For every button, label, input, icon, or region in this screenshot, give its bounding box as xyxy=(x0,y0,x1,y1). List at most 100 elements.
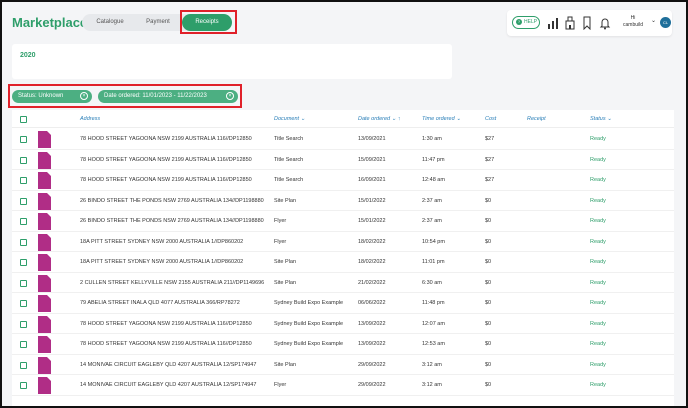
row-checkbox[interactable] xyxy=(20,361,27,369)
bell-icon[interactable] xyxy=(599,16,611,30)
row-checkbox[interactable] xyxy=(20,238,27,246)
cell-cost: $0 xyxy=(485,382,492,388)
cell-date-ordered: 13/09/2022 xyxy=(358,320,386,327)
cell-document: Site Plan xyxy=(274,361,297,368)
pdf-file-icon[interactable] xyxy=(38,213,51,230)
cell-address[interactable]: 78 HOOD STREET YAGOONA NSW 2199 AUSTRALI… xyxy=(80,136,252,142)
table-row[interactable]: 79 ABELIA STREET INALA QLD 4077 AUSTRALI… xyxy=(12,293,674,314)
cell-time-ordered: 12:53 am xyxy=(422,341,445,347)
row-checkbox[interactable] xyxy=(20,382,27,389)
building-icon[interactable] xyxy=(564,16,576,30)
cell-address[interactable]: 26 BINDO STREET THE PONDS NSW 2769 AUSTR… xyxy=(80,218,264,224)
cell-status: Ready xyxy=(590,382,606,388)
column-header-date-ordered[interactable]: Date ordered ⌄ ↑ xyxy=(358,116,401,122)
table-row[interactable]: 78 HOOD STREET YAGOONA NSW 2199 AUSTRALI… xyxy=(12,314,674,334)
cell-address[interactable]: 18A PITT STREET SYDNEY NSW 2000 AUSTRALI… xyxy=(80,259,243,265)
cell-status: Ready xyxy=(590,361,606,368)
row-checkbox[interactable] xyxy=(20,177,27,184)
pdf-file-icon[interactable] xyxy=(38,172,51,189)
cell-address[interactable]: 26 BINDO STREET THE PONDS NSW 2769 AUSTR… xyxy=(80,198,264,204)
table-row[interactable]: 78 HOOD STREET YAGOONA NSW 2199 AUSTRALI… xyxy=(12,170,674,191)
column-header-receipt[interactable]: Receipt xyxy=(527,116,546,122)
pdf-file-icon[interactable] xyxy=(38,295,51,312)
bookmark-icon[interactable] xyxy=(581,16,593,31)
pdf-file-icon[interactable] xyxy=(38,131,51,148)
cell-time-ordered: 11:48 pm xyxy=(422,300,445,306)
tab-catalogue[interactable]: Catalogue xyxy=(86,14,134,31)
cell-cost: $0 xyxy=(485,238,492,245)
cell-date-ordered: 15/01/2022 xyxy=(358,218,386,224)
cell-address[interactable]: 78 HOOD STREET YAGOONA NSW 2199 AUSTRALI… xyxy=(80,321,252,327)
pdf-file-icon[interactable] xyxy=(38,356,51,374)
pdf-file-icon[interactable] xyxy=(38,315,51,333)
cell-status: Ready xyxy=(590,259,606,265)
cell-address[interactable]: 78 HOOD STREET YAGOONA NSW 2199 AUSTRALI… xyxy=(80,157,252,163)
row-checkbox[interactable] xyxy=(20,320,27,328)
cell-date-ordered: 18/02/2022 xyxy=(358,238,386,245)
question-icon: ? xyxy=(516,18,522,25)
cell-address[interactable]: 14 MONIVAE CIRCUIT EAGLEBY QLD 4207 AUST… xyxy=(80,362,256,368)
table-row[interactable]: 14 MONIVAE CIRCUIT EAGLEBY QLD 4207 AUST… xyxy=(12,375,674,396)
column-header-cost[interactable]: Cost xyxy=(485,116,496,122)
cell-document: Sydney Build Expo Example xyxy=(274,341,344,347)
table-row[interactable]: 2 CULLEN STREET KELLYVILLE NSW 2155 AUST… xyxy=(12,273,674,293)
cell-document: Title Search xyxy=(274,177,304,183)
pdf-file-icon[interactable] xyxy=(38,254,51,271)
pdf-file-icon[interactable] xyxy=(38,336,51,353)
table-row[interactable]: 18A PITT STREET SYDNEY NSW 2000 AUSTRALI… xyxy=(12,252,674,273)
chevron-down-icon: ⌄ xyxy=(300,116,306,122)
chart-icon[interactable] xyxy=(547,16,559,30)
cell-cost: $27 xyxy=(485,156,495,163)
table-row[interactable]: 78 HOOD STREET YAGOONA NSW 2199 AUSTRALI… xyxy=(12,129,674,150)
pdf-file-icon[interactable] xyxy=(38,377,51,394)
cell-time-ordered: 11:01 pm xyxy=(422,259,445,265)
row-checkbox[interactable] xyxy=(20,218,27,225)
cell-document: Site Plan xyxy=(274,259,297,265)
tab-payment[interactable]: Payment xyxy=(134,14,182,31)
table-row[interactable]: 18A PITT STREET SYDNEY NSW 2000 AUSTRALI… xyxy=(12,232,674,252)
row-checkbox[interactable] xyxy=(20,300,27,307)
cell-cost: $0 xyxy=(485,341,492,347)
column-header-time-ordered[interactable]: Time ordered ⌄ xyxy=(422,116,461,122)
help-button[interactable]: ? HELP xyxy=(512,16,540,29)
column-header-document[interactable]: Document ⌄ xyxy=(274,116,305,122)
column-header-label: Date ordered xyxy=(358,116,391,122)
cell-time-ordered: 3:12 am xyxy=(422,361,442,368)
cell-date-ordered: 15/09/2021 xyxy=(358,156,386,163)
cell-cost: $0 xyxy=(485,320,492,327)
pdf-file-icon[interactable] xyxy=(38,151,51,169)
app-title: Marketplace xyxy=(12,15,88,30)
cell-address[interactable]: 78 HOOD STREET YAGOONA NSW 2199 AUSTRALI… xyxy=(80,341,252,347)
cell-status: Ready xyxy=(590,341,606,347)
row-checkbox[interactable] xyxy=(20,156,27,164)
table-row[interactable]: 14 MONIVAE CIRCUIT EAGLEBY QLD 4207 AUST… xyxy=(12,355,674,375)
cell-date-ordered: 21/02/2022 xyxy=(358,279,386,286)
column-header-address[interactable]: Address xyxy=(80,116,100,122)
row-checkbox[interactable] xyxy=(20,136,27,143)
cell-address[interactable]: 79 ABELIA STREET INALA QLD 4077 AUSTRALI… xyxy=(80,300,240,306)
pdf-file-icon[interactable] xyxy=(38,192,51,210)
row-checkbox[interactable] xyxy=(20,259,27,266)
table-row[interactable]: 78 HOOD STREET YAGOONA NSW 2199 AUSTRALI… xyxy=(12,150,674,170)
chevron-down-icon[interactable]: ⌄ xyxy=(651,17,656,24)
cell-status: Ready xyxy=(590,300,606,306)
cell-address[interactable]: 14 MONIVAE CIRCUIT EAGLEBY QLD 4207 AUST… xyxy=(80,382,256,388)
select-all-checkbox[interactable] xyxy=(20,116,27,123)
cell-date-ordered: 13/09/2021 xyxy=(358,136,386,142)
table-row[interactable]: 78 HOOD STREET YAGOONA NSW 2199 AUSTRALI… xyxy=(12,334,674,355)
column-header-status[interactable]: Status ⌄ xyxy=(590,116,612,122)
row-checkbox[interactable] xyxy=(20,279,27,287)
cell-address[interactable]: 18A PITT STREET SYDNEY NSW 2000 AUSTRALI… xyxy=(80,239,243,245)
pdf-file-icon[interactable] xyxy=(38,233,51,251)
table-row[interactable]: 26 BINDO STREET THE PONDS NSW 2769 AUSTR… xyxy=(12,211,674,232)
top-toolbar: ? HELP Hi cambuild ⌄ CL xyxy=(507,10,672,36)
avatar[interactable]: CL xyxy=(660,17,671,28)
row-checkbox[interactable] xyxy=(20,197,27,205)
cell-address[interactable]: 78 HOOD STREET YAGOONA NSW 2199 AUSTRALI… xyxy=(80,177,252,183)
cell-address[interactable]: 2 CULLEN STREET KELLYVILLE NSW 2155 AUST… xyxy=(80,280,264,286)
cell-time-ordered: 10:54 pm xyxy=(422,238,445,245)
chevron-down-icon: ⌄ xyxy=(391,116,397,122)
pdf-file-icon[interactable] xyxy=(38,274,51,292)
table-row[interactable]: 26 BINDO STREET THE PONDS NSW 2769 AUSTR… xyxy=(12,191,674,211)
row-checkbox[interactable] xyxy=(20,341,27,348)
